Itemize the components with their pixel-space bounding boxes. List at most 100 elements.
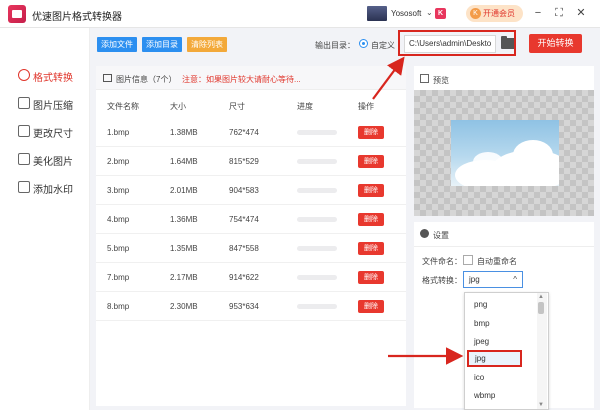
vip-button[interactable]: K 开通会员 <box>466 5 523 22</box>
dropdown-option-bmp[interactable]: bmp <box>474 319 490 328</box>
delete-button[interactable]: 删除 <box>358 184 384 197</box>
sidebar-item-label: 格式转换 <box>33 73 73 84</box>
file-dimensions: 754*474 <box>229 215 259 224</box>
file-dimensions: 914*622 <box>229 273 259 282</box>
scroll-thumb[interactable] <box>538 302 544 314</box>
output-dir-label: 输出目录： <box>315 41 355 50</box>
table-row[interactable]: 8.bmp 2.30MB 953*634 删除 <box>96 292 406 321</box>
custom-dir-radio-label[interactable]: 自定义 <box>371 40 395 51</box>
close-icon[interactable]: ✕ <box>574 6 588 20</box>
maximize-icon[interactable]: ⛶ <box>552 6 566 20</box>
start-convert-button[interactable]: 开始转换 <box>529 34 582 53</box>
file-size: 2.17MB <box>170 273 198 282</box>
progress-bar <box>297 159 337 164</box>
auto-rename-label[interactable]: 自动重命名 <box>477 256 517 267</box>
delete-button[interactable]: 删除 <box>358 242 384 255</box>
convert-icon <box>18 69 30 81</box>
file-size: 1.35MB <box>170 244 198 253</box>
gear-icon <box>420 229 429 238</box>
chevron-down-icon[interactable]: ⌄ <box>426 8 433 17</box>
compress-icon <box>18 97 30 109</box>
settings-title: 设置 <box>433 231 449 240</box>
beautify-icon <box>18 153 30 165</box>
output-path-input[interactable]: C:\Users\admin\Deskto <box>404 35 496 53</box>
file-size: 1.36MB <box>170 215 198 224</box>
user-avatar[interactable] <box>367 6 387 21</box>
sidebar-item-label: 更改尺寸 <box>33 129 73 140</box>
dropdown-option-label: jpg <box>475 354 486 363</box>
progress-bar <box>297 304 337 309</box>
delete-button[interactable]: 删除 <box>358 126 384 139</box>
file-dimensions: 904*583 <box>229 186 259 195</box>
dropdown-option-jpg[interactable]: jpg <box>467 350 522 367</box>
file-size: 1.64MB <box>170 157 198 166</box>
progress-bar <box>297 188 337 193</box>
dropdown-option-ico[interactable]: ico <box>474 373 484 382</box>
file-info-note: 注意：如果图片较大请耐心等待... <box>182 75 301 84</box>
sidebar-item-label: 美化图片 <box>33 157 73 168</box>
format-dropdown: png bmp jpeg jpg ico wbmp ▲ ▼ <box>464 292 549 410</box>
progress-bar <box>297 275 337 280</box>
user-name[interactable]: Yososoft <box>391 9 421 18</box>
file-info-bar: 图片信息（7个） 注意：如果图片较大请耐心等待... <box>96 66 406 90</box>
chevron-up-icon: ^ <box>513 275 517 284</box>
file-dimensions: 762*474 <box>229 128 259 137</box>
column-header-progress: 进度 <box>297 102 313 111</box>
app-title: 优速图片格式转换器 <box>32 12 122 23</box>
preview-image <box>451 120 559 186</box>
file-name: 5.bmp <box>107 244 130 253</box>
sidebar-item-label: 图片压缩 <box>33 101 73 112</box>
delete-button[interactable]: 删除 <box>358 300 384 313</box>
progress-bar <box>297 246 337 251</box>
table-row[interactable]: 1.bmp 1.38MB 762*474 删除 <box>96 118 406 147</box>
vip-button-label: 开通会员 <box>483 9 515 18</box>
delete-button[interactable]: 删除 <box>358 271 384 284</box>
delete-button[interactable]: 删除 <box>358 155 384 168</box>
delete-button[interactable]: 删除 <box>358 213 384 226</box>
app-logo-icon <box>8 5 26 23</box>
scroll-down-icon[interactable]: ▼ <box>538 402 544 408</box>
custom-dir-radio[interactable] <box>359 39 368 48</box>
table-row[interactable]: 4.bmp 1.36MB 754*474 删除 <box>96 205 406 234</box>
column-header-dims: 尺寸 <box>229 102 245 111</box>
preview-icon <box>420 74 429 83</box>
table-row[interactable]: 3.bmp 2.01MB 904*583 删除 <box>96 176 406 205</box>
row-divider <box>96 320 406 321</box>
add-file-button[interactable]: 添加文件 <box>97 37 137 52</box>
table-row[interactable]: 7.bmp 2.17MB 914*622 删除 <box>96 263 406 292</box>
add-directory-button[interactable]: 添加目录 <box>142 37 182 52</box>
format-select-value: jpg <box>469 275 480 284</box>
sidebar: 格式转换 图片压缩 更改尺寸 美化图片 添加水印 <box>0 28 90 410</box>
format-select[interactable]: jpg ^ <box>463 271 523 288</box>
column-header-action: 操作 <box>358 102 374 111</box>
sidebar-item-label: 添加水印 <box>33 185 73 196</box>
dropdown-scrollbar[interactable]: ▲ ▼ <box>537 293 547 409</box>
progress-bar <box>297 130 337 135</box>
title-bar: 优速图片格式转换器 Yososoft ⌄ K K 开通会员 − ⛶ ✕ <box>0 0 600 28</box>
scroll-up-icon[interactable]: ▲ <box>538 294 544 300</box>
file-name: 4.bmp <box>107 215 130 224</box>
file-list-panel: 图片信息（7个） 注意：如果图片较大请耐心等待... 文件名称 大小 尺寸 进度… <box>96 66 406 406</box>
preview-title: 预览 <box>433 76 449 85</box>
file-name: 1.bmp <box>107 128 130 137</box>
dropdown-option-jpeg[interactable]: jpeg <box>474 337 489 346</box>
table-row[interactable]: 2.bmp 1.64MB 815*529 删除 <box>96 147 406 176</box>
divider <box>414 246 594 247</box>
dropdown-option-wbmp[interactable]: wbmp <box>474 391 495 400</box>
auto-rename-checkbox[interactable] <box>463 255 473 265</box>
dropdown-option-png[interactable]: png <box>474 300 487 309</box>
file-name: 7.bmp <box>107 273 130 282</box>
watermark-icon <box>18 181 30 193</box>
file-dimensions: 815*529 <box>229 157 259 166</box>
file-name: 2.bmp <box>107 157 130 166</box>
file-name: 8.bmp <box>107 302 130 311</box>
column-header-name: 文件名称 <box>107 102 139 111</box>
folder-icon[interactable] <box>501 36 515 49</box>
user-vip-badge-icon: K <box>435 8 446 19</box>
minimize-icon[interactable]: − <box>531 6 545 20</box>
rename-label: 文件命名： <box>422 257 462 266</box>
table-row[interactable]: 5.bmp 1.35MB 847*558 删除 <box>96 234 406 263</box>
clear-list-button[interactable]: 清除列表 <box>187 37 227 52</box>
file-size: 1.38MB <box>170 128 198 137</box>
file-count-title: 图片信息（7个） <box>116 75 177 84</box>
